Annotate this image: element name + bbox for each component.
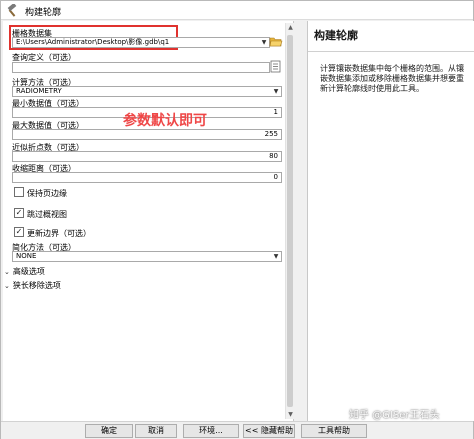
folder-open-icon[interactable] bbox=[269, 35, 283, 48]
chevron-down-icon[interactable]: ▼ bbox=[259, 38, 269, 47]
advanced-options-toggle[interactable]: ⌄ 高级选项 bbox=[4, 266, 45, 277]
tool-dialog: 构建轮廓 栅格数据集 E:\Users\Administrator\Deskto… bbox=[0, 0, 474, 439]
chevron-down-icon[interactable]: ▼ bbox=[271, 87, 281, 96]
compute-method-value: RADIOMETRY bbox=[16, 87, 62, 95]
compute-method-select[interactable]: RADIOMETRY ▼ bbox=[12, 86, 282, 97]
parameters-scrollbar[interactable]: ▲ ▼ bbox=[285, 23, 294, 419]
environments-button[interactable]: 环境... bbox=[183, 424, 239, 438]
chevron-down-icon[interactable]: ▼ bbox=[271, 252, 281, 261]
tool-help-button[interactable]: 工具帮助 bbox=[301, 424, 367, 438]
hide-help-button[interactable]: << 隐藏帮助 bbox=[243, 424, 295, 438]
raster-dataset-value: E:\Users\Administrator\Desktop\影像.gdb\q1 bbox=[16, 38, 170, 46]
cancel-button[interactable]: 取消 bbox=[135, 424, 177, 438]
raster-dataset-input[interactable]: E:\Users\Administrator\Desktop\影像.gdb\q1… bbox=[12, 37, 270, 48]
update-boundary-label: 更新边界（可选） bbox=[27, 229, 91, 238]
long-strip-options-label: 狭长移除选项 bbox=[12, 281, 61, 290]
scroll-up-icon[interactable]: ▲ bbox=[286, 23, 295, 32]
double-chevron-down-icon: ⌄ bbox=[4, 268, 10, 276]
scroll-down-icon[interactable]: ▼ bbox=[286, 410, 295, 419]
long-strip-options-toggle[interactable]: ⌄ 狭长移除选项 bbox=[4, 280, 61, 291]
watermark: 知乎 @GISer王石头 bbox=[349, 410, 440, 421]
help-description: 计算镶嵌数据集中每个栅格的范围。从镶嵌数据集添加或移除栅格数据集并想要重新计算轮… bbox=[320, 64, 464, 93]
scrollbar-thumb[interactable] bbox=[287, 35, 293, 407]
update-boundary-checkbox[interactable]: ✓ bbox=[14, 227, 24, 237]
maintain-edge-label: 保持页边缘 bbox=[27, 189, 67, 198]
skip-overviews-checkbox[interactable]: ✓ bbox=[14, 208, 24, 218]
help-title: 构建轮廓 bbox=[314, 29, 358, 42]
help-panel: 构建轮廓 计算镶嵌数据集中每个栅格的范围。从镶嵌数据集添加或移除栅格数据集并想要… bbox=[307, 21, 474, 421]
skip-overviews-label: 跳过概视图 bbox=[27, 210, 67, 219]
advanced-options-label: 高级选项 bbox=[12, 267, 45, 276]
ok-button[interactable]: 确定 bbox=[85, 424, 133, 438]
query-definition-input[interactable] bbox=[12, 62, 270, 73]
maintain-edge-checkbox[interactable] bbox=[14, 187, 24, 197]
help-divider bbox=[308, 51, 474, 52]
double-chevron-down-icon: ⌄ bbox=[4, 282, 10, 290]
sql-builder-icon[interactable] bbox=[269, 60, 283, 73]
approx-vertices-input[interactable]: 80 bbox=[12, 151, 282, 162]
shrink-distance-input[interactable]: 0 bbox=[12, 172, 282, 183]
simplify-method-select[interactable]: NONE ▼ bbox=[12, 251, 282, 262]
hammer-icon bbox=[7, 4, 17, 17]
annotation-note: 参数默认即可 bbox=[123, 113, 207, 129]
simplify-method-value: NONE bbox=[16, 252, 37, 260]
title-bar: 构建轮廓 bbox=[1, 1, 473, 20]
window-title: 构建轮廓 bbox=[25, 8, 62, 18]
max-value-input[interactable]: 255 bbox=[12, 129, 282, 140]
